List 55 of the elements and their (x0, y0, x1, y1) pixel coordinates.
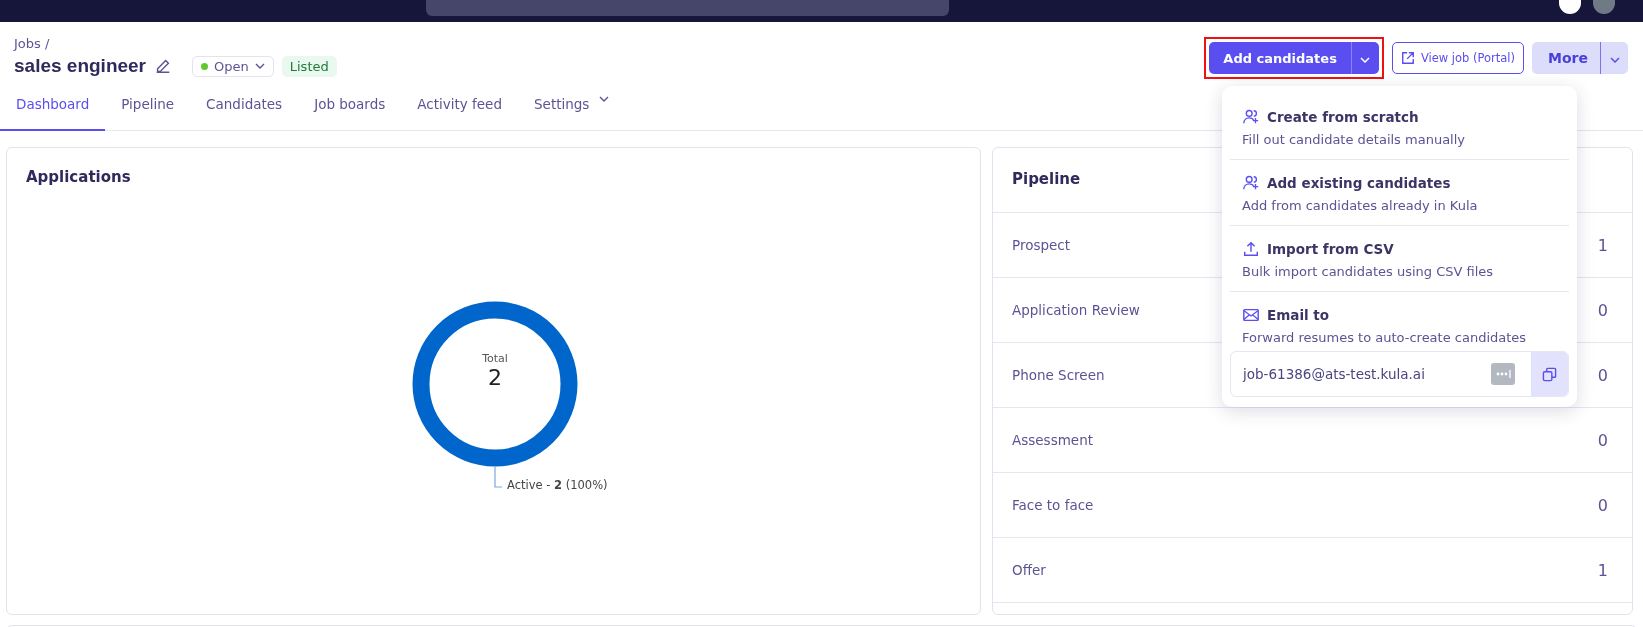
leader-line (494, 466, 503, 488)
view-job-button[interactable]: View job (Portal) (1391, 42, 1525, 74)
tab[interactable]: Activity feed (401, 96, 518, 131)
chevron-icon (254, 63, 265, 69)
stage-count: 0 (1597, 300, 1608, 320)
stage-count: 1 (1597, 235, 1608, 255)
more-button[interactable]: More (1532, 42, 1600, 74)
tab[interactable]: Candidates (190, 96, 299, 131)
person-add-icon (1242, 174, 1260, 192)
menu-item-description: Fill out candidate details manually (1242, 132, 1467, 147)
search-field[interactable] (426, 0, 949, 16)
status-dropdown[interactable]: Open (192, 55, 274, 77)
tab[interactable]: Job boards (298, 96, 402, 131)
chevron-icon (1360, 56, 1371, 63)
listed-badge: Listed (281, 55, 337, 77)
chevron-icon (599, 96, 610, 102)
card-title: Applications (25, 167, 132, 188)
upload-icon (1242, 240, 1260, 258)
avatar-icon[interactable] (1593, 0, 1615, 14)
more-menu-button[interactable] (1600, 42, 1628, 74)
menu-item-title[interactable]: Import from CSV (1267, 241, 1394, 257)
menu-item-title[interactable]: Create from scratch (1267, 109, 1419, 125)
stage-name: Face to face (1012, 497, 1094, 513)
chevron-icon (1609, 56, 1620, 63)
menu-item-description: Bulk import candidates using CSV files (1242, 264, 1495, 279)
copy-button[interactable] (1531, 352, 1568, 396)
tab[interactable]: Pipeline (105, 96, 191, 131)
menu-item-title[interactable]: Email to (1267, 307, 1330, 323)
menu-item-description: Forward resumes to auto-create candidates (1242, 330, 1528, 345)
menu-item-description: Add from candidates already in Kula (1242, 198, 1479, 213)
stage-count: 0 (1597, 430, 1608, 450)
stage-name: Application Review (1012, 302, 1140, 318)
stage-name: Assessment (1012, 432, 1093, 448)
stage-count: 0 (1597, 495, 1608, 515)
job-title: sales engineer (14, 55, 147, 77)
email-field[interactable]: job-61386@ats-test.kula.ai (1230, 351, 1569, 397)
stage-name: Offer (1012, 562, 1046, 578)
email-address: job-61386@ats-test.kula.ai (1241, 366, 1426, 382)
person-add-icon (1242, 108, 1260, 126)
total-value: 2 (488, 365, 502, 390)
breadcrumb-link[interactable]: Jobs / (14, 36, 337, 51)
external-link-icon (1400, 51, 1415, 65)
total-label: Total (482, 352, 508, 365)
add-candidates-menu-button[interactable] (1350, 42, 1379, 74)
tab[interactable]: Settings (518, 96, 626, 131)
mail-icon (1242, 306, 1260, 324)
stage-count: 1 (1597, 560, 1608, 580)
add-candidates-button[interactable]: Add candidates (1209, 42, 1351, 74)
tab[interactable]: Dashboard (0, 96, 106, 131)
stage-name: Phone Screen (1012, 367, 1105, 383)
stage-name: Prospect (1012, 237, 1071, 253)
menu-item-title[interactable]: Add existing candidates (1267, 175, 1451, 191)
copy-icon (1542, 366, 1557, 382)
legend-label: Active - 2 (100%) (507, 478, 608, 492)
stage-count: 0 (1597, 365, 1608, 385)
